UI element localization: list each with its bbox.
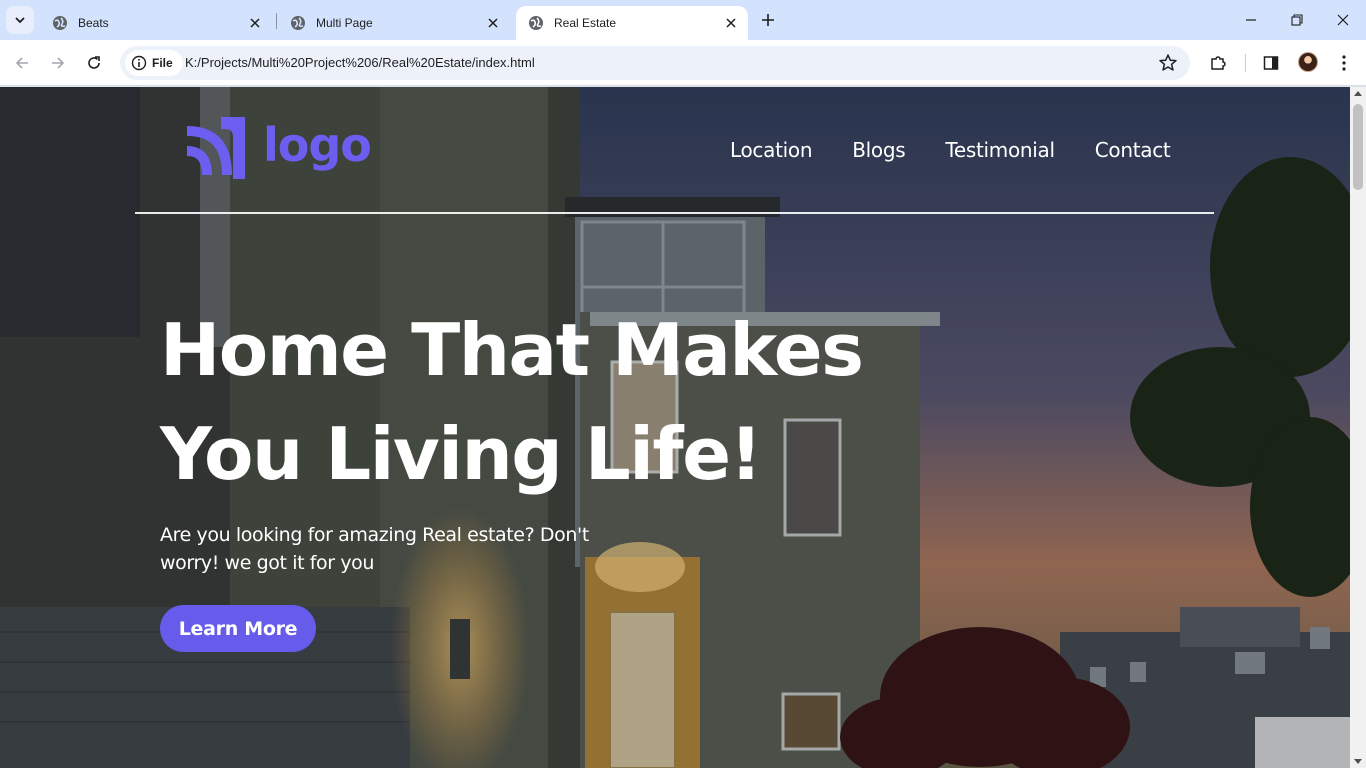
page-viewport: logo Location Blogs Testimonial Contact … [0, 87, 1350, 768]
forward-button[interactable] [44, 49, 72, 77]
close-icon[interactable] [484, 14, 502, 32]
site-info-chip[interactable]: File [125, 50, 183, 76]
plus-icon [762, 14, 774, 26]
back-button[interactable] [8, 49, 36, 77]
arrow-right-icon [52, 57, 65, 69]
site-navigation: Location Blogs Testimonial Contact [730, 138, 1171, 162]
arrow-left-icon [15, 57, 28, 69]
page-scrollbar[interactable] [1350, 87, 1366, 768]
close-window-button[interactable] [1320, 6, 1366, 34]
browser-toolbar: File K:/Projects/Multi%20Project%206/Rea… [0, 40, 1366, 86]
logo-text: logo [263, 118, 372, 172]
scrollbar-thumb[interactable] [1353, 104, 1363, 190]
side-panel-button[interactable] [1260, 52, 1282, 74]
tab-strip: Beats Multi Page Real Estate [0, 0, 1366, 40]
logo-mark-icon [186, 117, 245, 179]
tab-beats[interactable]: Beats [40, 6, 272, 40]
browser-menu-button[interactable] [1333, 52, 1355, 74]
hero-title-line2: You Living Life! [160, 412, 762, 496]
puzzle-icon [1211, 56, 1226, 70]
scroll-down-arrow-icon[interactable] [1354, 759, 1362, 764]
restore-icon [1291, 14, 1303, 26]
new-tab-button[interactable] [756, 8, 780, 32]
tab-real-estate[interactable]: Real Estate [516, 6, 748, 40]
url-text: K:/Projects/Multi%20Project%206/Real%20E… [185, 55, 535, 70]
tab-title: Beats [78, 16, 109, 30]
extensions-button[interactable] [1207, 52, 1229, 74]
close-icon [1337, 14, 1349, 26]
hero-title: Home That Makes You Living Life! [160, 298, 960, 506]
profile-avatar[interactable] [1298, 52, 1318, 72]
minimize-icon [1246, 19, 1256, 21]
tab-multi-page[interactable]: Multi Page [278, 6, 510, 40]
tab-separator [276, 13, 277, 29]
learn-more-button[interactable]: Learn More [160, 605, 316, 652]
globe-icon [53, 16, 67, 30]
bookmark-star-icon[interactable] [1158, 53, 1178, 73]
address-bar[interactable]: File K:/Projects/Multi%20Project%206/Rea… [120, 46, 1190, 80]
chevron-down-icon [15, 17, 25, 24]
scroll-up-arrow-icon[interactable] [1354, 91, 1362, 96]
hero-title-line1: Home That Makes [160, 308, 864, 392]
globe-icon [291, 16, 305, 30]
reload-icon [88, 56, 100, 69]
security-chip-label: File [152, 56, 173, 70]
tab-title: Real Estate [554, 16, 617, 30]
globe-icon [529, 16, 543, 30]
close-icon[interactable] [246, 14, 264, 32]
tab-search-button[interactable] [6, 6, 34, 34]
site-logo[interactable]: logo [183, 117, 372, 179]
tab-title: Multi Page [316, 16, 373, 30]
nav-link-contact[interactable]: Contact [1095, 138, 1171, 162]
hero-subtitle: Are you looking for amazing Real estate?… [160, 524, 589, 574]
side-panel-icon [1263, 56, 1279, 70]
reload-button[interactable] [80, 49, 108, 77]
nav-link-blogs[interactable]: Blogs [852, 138, 905, 162]
more-vertical-icon [1342, 55, 1346, 71]
info-icon [131, 55, 147, 71]
minimize-button[interactable] [1228, 6, 1274, 34]
restore-button[interactable] [1274, 6, 1320, 34]
nav-link-testimonial[interactable]: Testimonial [945, 138, 1055, 162]
nav-link-location[interactable]: Location [730, 138, 813, 162]
toolbar-divider [1245, 54, 1246, 72]
header-divider [135, 212, 1214, 214]
close-icon[interactable] [722, 14, 740, 32]
